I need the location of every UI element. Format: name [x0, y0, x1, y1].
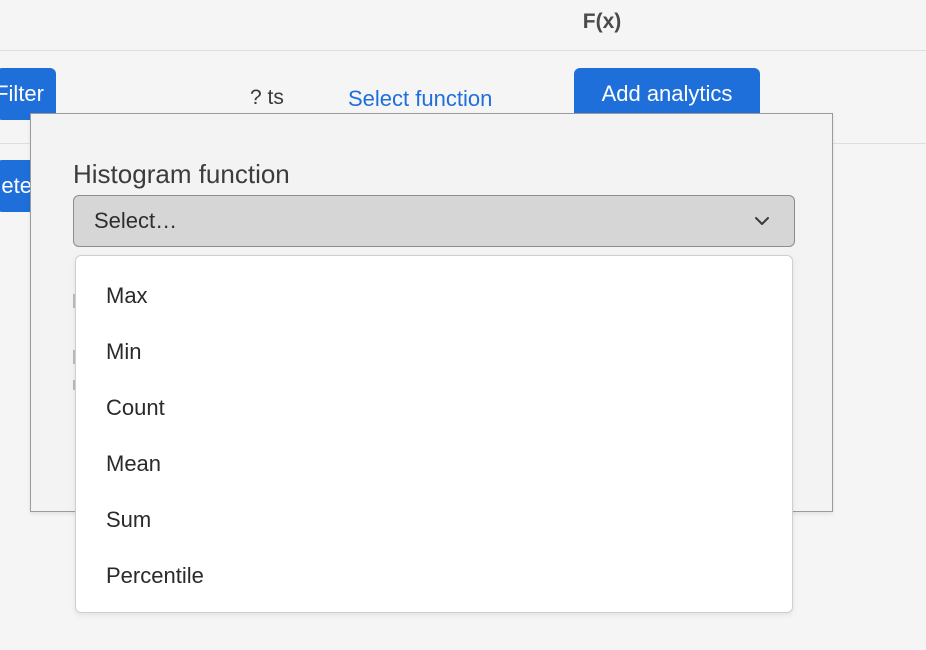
dropdown-option[interactable]: Count: [76, 380, 792, 436]
dropdown-option[interactable]: Max: [76, 268, 792, 324]
histogram-function-label: Histogram function: [73, 159, 290, 189]
add-analytics-button-label: Add analytics: [601, 81, 733, 106]
chevron-down-icon: [755, 217, 769, 225]
delete-button-label: Delete: [0, 173, 32, 198]
filter-button-label: Filter: [0, 81, 44, 106]
header-divider: [0, 50, 926, 51]
histogram-function-dropdown: Max Min Count Mean Sum Percentile: [75, 255, 793, 613]
histogram-function-select[interactable]: Select…: [73, 195, 795, 247]
ts-label: ? ts: [250, 86, 284, 109]
dropdown-option[interactable]: Mean: [76, 436, 792, 492]
header-title: F(x): [582, 10, 622, 33]
dropdown-option[interactable]: Percentile: [76, 548, 792, 604]
dropdown-option[interactable]: Sum: [76, 492, 792, 548]
dropdown-option[interactable]: Min: [76, 324, 792, 380]
dropdown-options-list: Max Min Count Mean Sum Percentile: [76, 256, 792, 604]
select-function-link[interactable]: Select function: [348, 86, 492, 112]
select-value: Select…: [94, 208, 178, 233]
